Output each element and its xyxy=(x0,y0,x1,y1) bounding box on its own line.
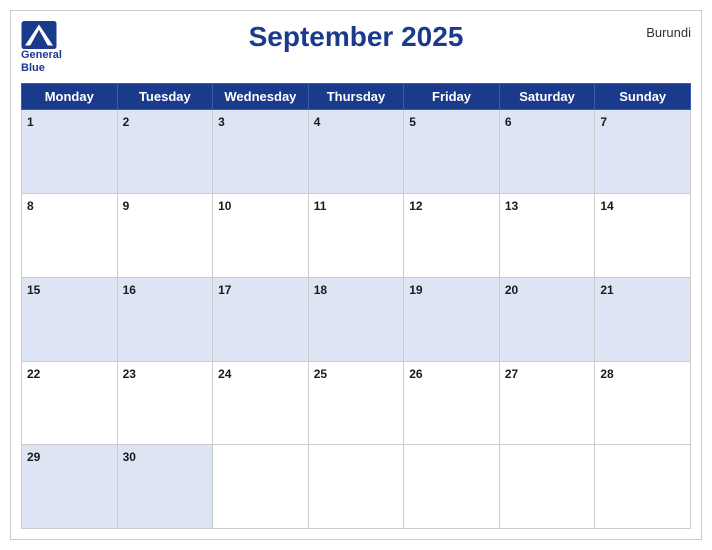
calendar-cell: 19 xyxy=(404,277,500,361)
day-number: 28 xyxy=(600,367,613,381)
calendar-cell: 30 xyxy=(117,445,213,529)
calendar-cell: 22 xyxy=(22,361,118,445)
calendar-cell xyxy=(595,445,691,529)
weekday-header-wednesday: Wednesday xyxy=(213,84,309,110)
weekday-header-row: MondayTuesdayWednesdayThursdayFridaySatu… xyxy=(22,84,691,110)
logo-text-blue: Blue xyxy=(21,62,45,75)
day-number: 1 xyxy=(27,115,34,129)
day-number: 25 xyxy=(314,367,327,381)
calendar-title: September 2025 xyxy=(249,21,464,53)
calendar-cell: 24 xyxy=(213,361,309,445)
day-number: 27 xyxy=(505,367,518,381)
week-row-1: 1 2 3 4 5 6 7 xyxy=(22,110,691,194)
calendar-cell: 2 xyxy=(117,110,213,194)
calendar-cell: 8 xyxy=(22,194,118,278)
day-number: 5 xyxy=(409,115,416,129)
calendar-cell: 3 xyxy=(213,110,309,194)
logo-area: General Blue xyxy=(21,21,62,75)
logo-text-general: General xyxy=(21,49,62,62)
day-number: 21 xyxy=(600,283,613,297)
day-number: 20 xyxy=(505,283,518,297)
calendar-cell: 12 xyxy=(404,194,500,278)
day-number: 29 xyxy=(27,450,40,464)
day-number: 26 xyxy=(409,367,422,381)
calendar-header: General Blue September 2025 Burundi xyxy=(21,21,691,75)
calendar-cell: 9 xyxy=(117,194,213,278)
week-row-4: 22 23 24 25 26 27 28 xyxy=(22,361,691,445)
calendar-cell: 15 xyxy=(22,277,118,361)
calendar-cell: 25 xyxy=(308,361,404,445)
day-number: 14 xyxy=(600,199,613,213)
calendar-cell: 21 xyxy=(595,277,691,361)
calendar-cell: 23 xyxy=(117,361,213,445)
calendar-cell: 11 xyxy=(308,194,404,278)
day-number: 8 xyxy=(27,199,34,213)
general-blue-logo-icon xyxy=(21,21,57,49)
day-number: 9 xyxy=(123,199,130,213)
day-number: 11 xyxy=(314,199,327,213)
calendar-cell: 7 xyxy=(595,110,691,194)
day-number: 13 xyxy=(505,199,518,213)
day-number: 6 xyxy=(505,115,512,129)
calendar-cell: 13 xyxy=(499,194,595,278)
day-number: 3 xyxy=(218,115,225,129)
weekday-header-thursday: Thursday xyxy=(308,84,404,110)
weekday-header-saturday: Saturday xyxy=(499,84,595,110)
week-row-3: 15 16 17 18 19 20 21 xyxy=(22,277,691,361)
calendar-cell: 16 xyxy=(117,277,213,361)
day-number: 18 xyxy=(314,283,327,297)
calendar-cell: 10 xyxy=(213,194,309,278)
day-number: 23 xyxy=(123,367,136,381)
calendar-cell: 29 xyxy=(22,445,118,529)
calendar-cell: 20 xyxy=(499,277,595,361)
calendar-cell: 5 xyxy=(404,110,500,194)
calendar-cell: 26 xyxy=(404,361,500,445)
calendar-table: MondayTuesdayWednesdayThursdayFridaySatu… xyxy=(21,83,691,529)
day-number: 19 xyxy=(409,283,422,297)
calendar-cell xyxy=(213,445,309,529)
day-number: 10 xyxy=(218,199,231,213)
calendar-cell: 1 xyxy=(22,110,118,194)
calendar-cell: 6 xyxy=(499,110,595,194)
day-number: 15 xyxy=(27,283,40,297)
day-number: 30 xyxy=(123,450,136,464)
weekday-header-friday: Friday xyxy=(404,84,500,110)
calendar-cell: 28 xyxy=(595,361,691,445)
calendar-cell: 17 xyxy=(213,277,309,361)
day-number: 17 xyxy=(218,283,231,297)
calendar-cell: 27 xyxy=(499,361,595,445)
weekday-header-monday: Monday xyxy=(22,84,118,110)
calendar-wrapper: General Blue September 2025 Burundi Mond… xyxy=(10,10,702,540)
week-row-5: 29 30 xyxy=(22,445,691,529)
calendar-cell: 4 xyxy=(308,110,404,194)
calendar-cell: 18 xyxy=(308,277,404,361)
weekday-header-tuesday: Tuesday xyxy=(117,84,213,110)
day-number: 4 xyxy=(314,115,321,129)
calendar-cell: 14 xyxy=(595,194,691,278)
day-number: 12 xyxy=(409,199,422,213)
week-row-2: 8 9 10 11 12 13 14 xyxy=(22,194,691,278)
weekday-header-sunday: Sunday xyxy=(595,84,691,110)
day-number: 24 xyxy=(218,367,231,381)
country-label: Burundi xyxy=(646,25,691,40)
day-number: 2 xyxy=(123,115,130,129)
day-number: 16 xyxy=(123,283,136,297)
calendar-cell xyxy=(404,445,500,529)
day-number: 7 xyxy=(600,115,607,129)
day-number: 22 xyxy=(27,367,40,381)
calendar-cell xyxy=(499,445,595,529)
calendar-cell xyxy=(308,445,404,529)
